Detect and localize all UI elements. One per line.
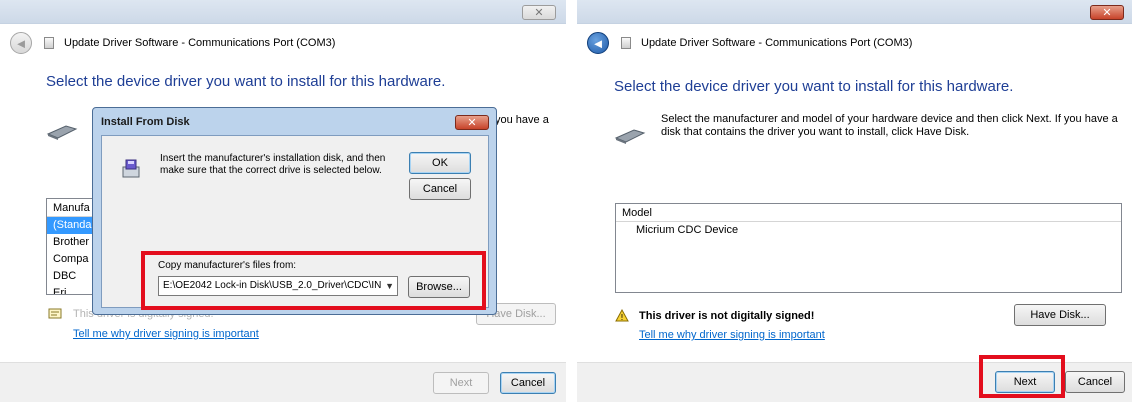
left-next-button[interactable]: Next bbox=[433, 372, 489, 394]
right-cancel-button[interactable]: Cancel bbox=[1065, 371, 1125, 393]
list-item[interactable]: Compa bbox=[47, 251, 95, 268]
left-heading: Select the device driver you want to ins… bbox=[46, 73, 446, 90]
hardware-device-icon bbox=[46, 125, 78, 140]
install-dialog-body: Insert the manufacturer's installation d… bbox=[101, 135, 489, 308]
model-list[interactable]: Model Micrium CDC Device bbox=[615, 203, 1122, 293]
right-instruction: Select the manufacturer and model of you… bbox=[661, 113, 1118, 138]
signed-driver-icon bbox=[48, 308, 62, 319]
manufacturer-column-header[interactable]: Manufa bbox=[47, 199, 95, 217]
right-footer: Next Cancel bbox=[577, 362, 1132, 402]
left-instruction-partial: you have a bbox=[495, 114, 549, 126]
left-titlebar: ✕ bbox=[0, 0, 566, 24]
warning-icon: ! bbox=[615, 309, 629, 322]
install-dialog-cancel-button[interactable]: Cancel bbox=[409, 178, 471, 200]
file-path-value: E:\OE2042 Lock-in Disk\USB_2.0_Driver\CD… bbox=[163, 280, 382, 291]
left-header-row: ◄ Update Driver Software - Communication… bbox=[0, 28, 566, 58]
ok-button[interactable]: OK bbox=[409, 152, 471, 174]
browse-button[interactable]: Browse... bbox=[408, 276, 470, 298]
right-have-disk-button[interactable]: Have Disk... bbox=[1014, 304, 1106, 326]
left-back-button[interactable]: ◄ bbox=[10, 32, 32, 54]
left-close-button[interactable]: ✕ bbox=[522, 5, 556, 20]
left-driver-signing-link[interactable]: Tell me why driver signing is important bbox=[73, 328, 259, 340]
right-close-button[interactable]: ✕ bbox=[1090, 5, 1124, 20]
warning-glyph: ! bbox=[620, 313, 623, 322]
list-item[interactable]: (Standa bbox=[47, 217, 95, 234]
right-titlebar: ✕ bbox=[577, 0, 1132, 24]
device-manager-icon bbox=[44, 37, 54, 49]
right-update-driver-window: ✕ ◄ Update Driver Software - Communicati… bbox=[577, 0, 1132, 402]
model-column-header[interactable]: Model bbox=[616, 204, 1121, 222]
right-next-button[interactable]: Next bbox=[995, 371, 1055, 393]
install-dialog-message: Insert the manufacturer's installation d… bbox=[160, 153, 386, 176]
right-header-row: ◄ Update Driver Software - Communication… bbox=[577, 28, 1132, 58]
chevron-down-icon[interactable]: ▼ bbox=[385, 277, 394, 295]
right-back-button[interactable]: ◄ bbox=[587, 32, 609, 54]
list-item[interactable]: Eri bbox=[47, 285, 95, 294]
manufacturer-list[interactable]: Manufa (Standa Brother Compa DBC Eri bbox=[46, 198, 96, 295]
file-path-combobox[interactable]: E:\OE2042 Lock-in Disk\USB_2.0_Driver\CD… bbox=[158, 276, 398, 296]
unsigned-warning-text: This driver is not digitally signed! bbox=[639, 310, 815, 322]
left-window-title: Update Driver Software - Communications … bbox=[64, 37, 336, 49]
install-dialog-close-button[interactable]: ✕ bbox=[455, 115, 489, 130]
install-dialog-title: Install From Disk bbox=[101, 116, 190, 128]
right-driver-signing-link[interactable]: Tell me why driver signing is important bbox=[639, 329, 825, 341]
hardware-device-icon bbox=[614, 129, 646, 144]
right-heading: Select the device driver you want to ins… bbox=[614, 78, 1014, 95]
install-from-disk-dialog: Install From Disk ✕ Insert the manufactu… bbox=[92, 107, 497, 315]
left-update-driver-window: ✕ ◄ Update Driver Software - Communicati… bbox=[0, 0, 566, 402]
copy-files-label: Copy manufacturer's files from: bbox=[158, 260, 297, 271]
list-item[interactable]: Micrium CDC Device bbox=[616, 222, 1121, 239]
list-item[interactable]: DBC bbox=[47, 268, 95, 285]
right-window-title: Update Driver Software - Communications … bbox=[641, 37, 913, 49]
device-manager-icon bbox=[621, 37, 631, 49]
left-footer: Next Cancel bbox=[0, 362, 566, 402]
left-cancel-button[interactable]: Cancel bbox=[500, 372, 556, 394]
disk-drive-icon bbox=[122, 159, 140, 178]
list-item[interactable]: Brother bbox=[47, 234, 95, 251]
